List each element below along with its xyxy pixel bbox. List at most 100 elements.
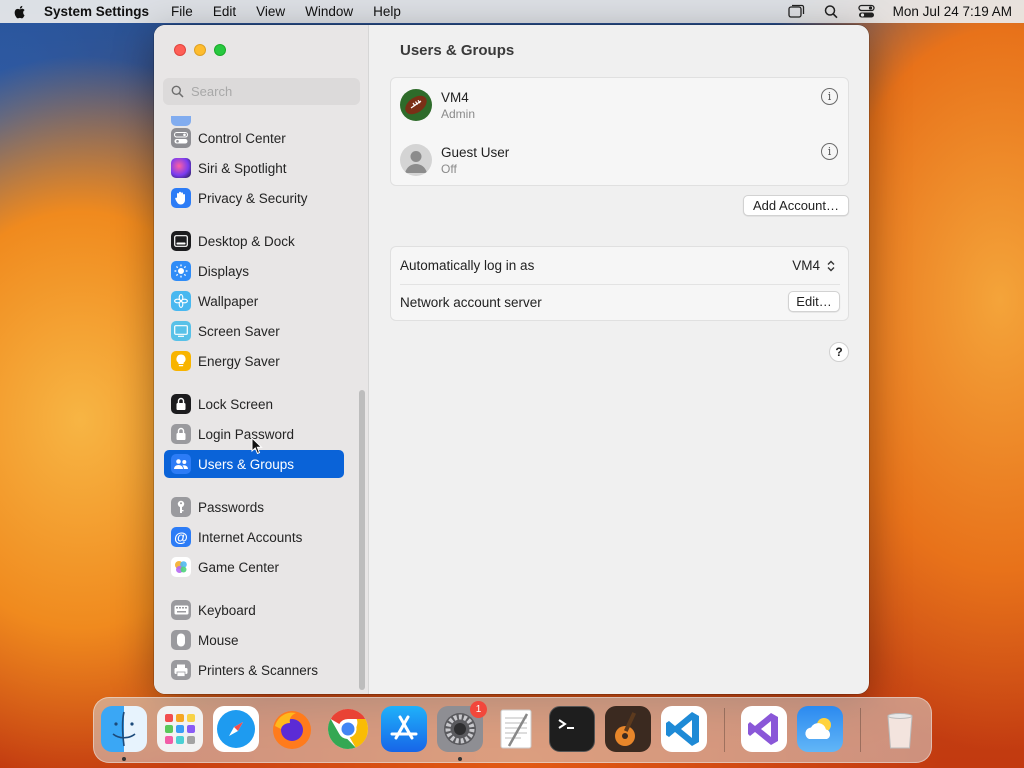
finder-icon[interactable] [101, 706, 147, 752]
info-icon[interactable]: i [821, 88, 838, 105]
sidebar-item-label: Mouse [198, 632, 239, 648]
flower-icon [171, 291, 191, 311]
dock-separator [724, 708, 725, 752]
screen-saver-icon [171, 321, 191, 341]
settings-window: Control Center Siri & Spotlight Privacy … [154, 25, 869, 694]
hand-icon [171, 188, 191, 208]
vscode-icon[interactable] [661, 706, 707, 752]
lock-icon [171, 394, 191, 414]
sidebar-item-label: Siri & Spotlight [198, 160, 287, 176]
padlock-icon [171, 424, 191, 444]
close-button[interactable] [174, 44, 186, 56]
sidebar-item-label: Screen Saver [198, 323, 280, 339]
sidebar-item-label: Energy Saver [198, 353, 280, 369]
sidebar-item-mouse[interactable]: Mouse [164, 626, 344, 654]
window-controls [174, 44, 226, 56]
weather-icon[interactable] [797, 706, 843, 752]
user-name: VM4 [441, 89, 469, 105]
sidebar-item-label: Desktop & Dock [198, 233, 295, 249]
menu-bar: System Settings File Edit View Window He… [0, 0, 1024, 23]
sidebar-item-label: Printers & Scanners [198, 662, 319, 678]
dock-icon [171, 231, 191, 251]
sidebar-item-wallpaper[interactable]: Wallpaper [164, 287, 344, 315]
visual-studio-icon[interactable] [741, 706, 787, 752]
sidebar-item-label: Privacy & Security [198, 190, 308, 206]
sidebar-item-displays[interactable]: Displays [164, 257, 344, 285]
login-options-panel: Automatically log in as VM4 Network acco… [390, 246, 849, 321]
sidebar-item-game-center[interactable]: Game Center [164, 553, 344, 581]
sidebar-item-siri-spotlight[interactable]: Siri & Spotlight [164, 154, 344, 182]
users-list-panel: VM4 Admin i Guest User Off i [390, 77, 849, 186]
settings-running-indicator [458, 757, 462, 761]
network-server-label: Network account server [400, 295, 542, 310]
sidebar-item-keyboard[interactable]: Keyboard [164, 596, 344, 624]
control-center-icon [171, 128, 191, 148]
sidebar-item-label: Wallpaper [198, 293, 259, 309]
safari-icon[interactable] [213, 706, 259, 752]
up-down-chevron-icon[interactable] [826, 259, 836, 273]
sidebar-item-label: Displays [198, 263, 250, 279]
zoom-button[interactable] [214, 44, 226, 56]
main-pane: Users & Groups VM4 Admin i Guest User Of… [370, 25, 869, 694]
sidebar-item-passwords[interactable]: Passwords [164, 493, 344, 521]
menu-clock[interactable]: Mon Jul 24 7:19 AM [893, 4, 1012, 19]
sidebar-item-lock-screen[interactable]: Lock Screen [164, 390, 344, 418]
sidebar-item-label: Control Center [198, 130, 286, 146]
window-overview-icon[interactable] [788, 4, 805, 19]
user-row-vm4[interactable]: VM4 Admin i [391, 78, 848, 132]
search-field[interactable] [163, 78, 360, 105]
sidebar-list: Control Center Siri & Spotlight Privacy … [164, 116, 344, 694]
sidebar-item-desktop-dock[interactable]: Desktop & Dock [164, 227, 344, 255]
menu-window[interactable]: Window [305, 4, 353, 19]
game-center-icon [171, 557, 191, 577]
auto-login-select[interactable]: VM4 [792, 258, 820, 273]
menu-view[interactable]: View [256, 4, 285, 19]
app-store-icon[interactable] [381, 706, 427, 752]
search-input[interactable] [191, 84, 351, 99]
network-server-row: Network account server [391, 284, 848, 321]
sidebar-item-label: Keyboard [198, 602, 256, 618]
siri-icon [171, 158, 191, 178]
sidebar-item-internet-accounts[interactable]: @ Internet Accounts [164, 523, 344, 551]
dock-separator [860, 708, 861, 752]
menu-help[interactable]: Help [373, 4, 401, 19]
generic-person-avatar [400, 144, 432, 176]
sidebar-item-energy-saver[interactable]: Energy Saver [164, 347, 344, 375]
terminal-icon[interactable] [549, 706, 595, 752]
user-name: Guest User [441, 144, 510, 160]
search-icon[interactable] [823, 4, 840, 19]
help-button[interactable]: ? [829, 342, 849, 362]
sidebar-item-privacy-security[interactable]: Privacy & Security [164, 184, 344, 212]
apple-menu-icon[interactable] [12, 4, 28, 20]
auto-login-label: Automatically log in as [400, 258, 535, 273]
page-title: Users & Groups [400, 42, 515, 59]
edit-button[interactable]: Edit… [788, 291, 840, 312]
control-center-icon[interactable] [858, 4, 875, 19]
dock: 1 [93, 697, 932, 763]
users-icon [171, 454, 191, 474]
printer-icon [171, 660, 191, 680]
user-row-guest[interactable]: Guest User Off i [391, 133, 848, 187]
chrome-icon[interactable] [325, 706, 371, 752]
at-icon: @ [171, 527, 191, 547]
user-role: Admin [441, 106, 476, 121]
sidebar-scrollbar[interactable] [359, 390, 365, 690]
sidebar-item-printers-scanners[interactable]: Printers & Scanners [164, 656, 344, 684]
sidebar-item-screen-saver[interactable]: Screen Saver [164, 317, 344, 345]
sidebar-item-control-center[interactable]: Control Center [164, 124, 344, 152]
garageband-icon[interactable] [605, 706, 651, 752]
textedit-icon[interactable] [493, 706, 539, 752]
trash-icon[interactable] [877, 706, 923, 752]
launchpad-icon[interactable] [157, 706, 203, 752]
info-icon[interactable]: i [821, 143, 838, 160]
menu-file[interactable]: File [171, 4, 193, 19]
user-status: Off [441, 161, 457, 176]
sun-icon [171, 261, 191, 281]
add-account-button[interactable]: Add Account… [743, 195, 849, 216]
app-name-menu[interactable]: System Settings [44, 4, 149, 19]
menu-edit[interactable]: Edit [213, 4, 236, 19]
mouse-pointer-icon [251, 437, 263, 455]
firefox-icon[interactable] [269, 706, 315, 752]
sidebar-item-label: Users & Groups [198, 456, 295, 472]
minimize-button[interactable] [194, 44, 206, 56]
